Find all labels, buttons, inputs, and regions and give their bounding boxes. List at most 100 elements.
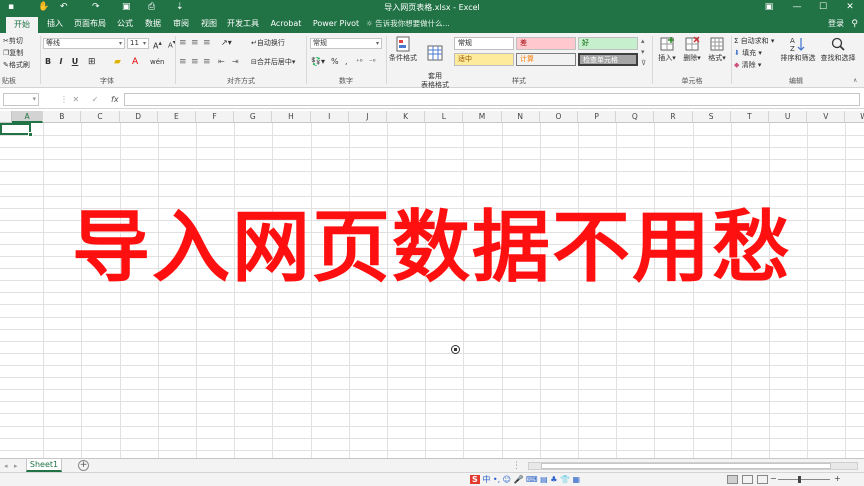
tab-review[interactable]: 审阅 xyxy=(168,15,194,33)
ime-toolbar[interactable]: S 中 •, ☺ 🎤 ⌨ ▤ ♣ 👕 ▦ xyxy=(470,474,580,486)
column-header-r[interactable]: R xyxy=(654,111,693,123)
align-center-icon[interactable]: ≡ xyxy=(191,57,199,67)
align-middle-icon[interactable]: ≡ xyxy=(191,38,199,48)
page-layout-view-icon[interactable] xyxy=(742,475,753,484)
style-good[interactable]: 好 xyxy=(578,37,638,50)
column-header-q[interactable]: Q xyxy=(616,111,655,123)
grow-font-icon[interactable]: A▴ xyxy=(153,38,162,52)
fill-button[interactable]: ⬇ 填充 ▾ xyxy=(734,48,762,58)
tab-insert[interactable]: 插入 xyxy=(42,15,68,33)
worksheet-grid[interactable]: ABCDEFGHIJKLMNOPQRSTUVW 导入网页数据不用愁 xyxy=(0,111,864,458)
conditional-format-button[interactable]: 条件格式 xyxy=(388,36,418,63)
column-header-k[interactable]: K xyxy=(387,111,426,123)
column-header-s[interactable]: S xyxy=(692,111,731,123)
select-all-corner[interactable] xyxy=(0,111,12,123)
tab-page-layout[interactable]: 页面布局 xyxy=(72,15,108,33)
find-select-button[interactable]: 查找和选择 xyxy=(818,36,858,63)
copy-button[interactable]: ❐复制 xyxy=(3,48,23,58)
merge-center-button[interactable]: ⊟合并后居中▾ xyxy=(251,57,295,67)
tab-data[interactable]: 数据 xyxy=(140,15,166,33)
login-link[interactable]: 登录 xyxy=(828,15,844,33)
tab-formulas[interactable]: 公式 xyxy=(112,15,138,33)
add-sheet-button[interactable]: + xyxy=(78,460,89,471)
column-header-m[interactable]: M xyxy=(463,111,502,123)
tab-home[interactable]: 开始 xyxy=(6,17,38,33)
zoom-in-button[interactable]: + xyxy=(834,473,841,485)
tab-developer[interactable]: 开发工具 xyxy=(224,15,262,33)
insert-cells-button[interactable]: 插入▾ xyxy=(655,36,679,63)
format-painter-button[interactable]: ✎格式刷 xyxy=(3,60,30,70)
column-header-u[interactable]: U xyxy=(769,111,808,123)
column-header-j[interactable]: J xyxy=(348,111,387,123)
currency-icon[interactable]: 💱▾ xyxy=(311,57,325,67)
column-header-d[interactable]: D xyxy=(119,111,158,123)
column-header-e[interactable]: E xyxy=(157,111,196,123)
sheet-tab-sheet1[interactable]: Sheet1 xyxy=(26,459,62,472)
style-bad[interactable]: 差 xyxy=(516,37,576,50)
name-box[interactable]: ▾ xyxy=(3,93,39,106)
normal-view-icon[interactable] xyxy=(727,475,738,484)
tab-view[interactable]: 视图 xyxy=(196,15,222,33)
enter-icon[interactable]: ✓ xyxy=(92,95,99,104)
column-header-h[interactable]: H xyxy=(272,111,311,123)
cancel-icon[interactable]: ✕ xyxy=(73,95,80,104)
phonetic-button[interactable]: wén xyxy=(150,57,164,67)
autosum-button[interactable]: Σ 自动求和 ▾ xyxy=(734,36,774,46)
align-left-icon[interactable]: ≡ xyxy=(179,57,187,67)
align-right-icon[interactable]: ≡ xyxy=(203,57,211,67)
comma-button[interactable]: , xyxy=(345,57,348,67)
tab-power-pivot[interactable]: Power Pivot xyxy=(310,15,362,33)
border-icon[interactable]: ⊞ xyxy=(88,57,96,67)
ribbon-display-options-icon[interactable]: ▣ xyxy=(762,1,776,13)
orientation-icon[interactable]: ↗▾ xyxy=(221,38,232,48)
style-neutral[interactable]: 适中 xyxy=(454,53,514,66)
align-bottom-icon[interactable]: ≡ xyxy=(203,38,211,48)
zoom-slider-thumb[interactable] xyxy=(798,476,801,483)
style-check-cell[interactable]: 检查单元格 xyxy=(578,53,638,66)
font-color-icon[interactable]: A xyxy=(132,57,138,67)
clear-button[interactable]: ◆ 清除 ▾ xyxy=(734,60,761,70)
share-icon[interactable]: ⚲ xyxy=(851,15,858,33)
column-header-n[interactable]: N xyxy=(501,111,540,123)
column-header-w[interactable]: W xyxy=(845,111,864,123)
number-format-select[interactable]: 常规 ▾ xyxy=(310,38,382,49)
font-name-select[interactable]: 等线 ▾ xyxy=(43,38,125,49)
align-top-icon[interactable]: ≡ xyxy=(179,38,187,48)
column-header-f[interactable]: F xyxy=(196,111,235,123)
column-header-l[interactable]: L xyxy=(425,111,464,123)
cut-button[interactable]: ✂剪切 xyxy=(3,36,23,46)
column-header-t[interactable]: T xyxy=(730,111,769,123)
formula-input[interactable] xyxy=(124,93,860,106)
styles-scroll-down-icon[interactable]: ▾ xyxy=(641,47,645,57)
next-sheet-icon[interactable]: ▸ xyxy=(14,460,18,472)
fill-color-icon[interactable]: ▰ xyxy=(114,57,121,67)
font-size-select[interactable]: 11 ▾ xyxy=(127,38,149,49)
page-break-view-icon[interactable] xyxy=(757,475,768,484)
styles-scroll-up-icon[interactable]: ▴ xyxy=(641,36,645,46)
column-header-p[interactable]: P xyxy=(578,111,617,123)
column-header-a[interactable]: A xyxy=(12,111,44,123)
minimize-button[interactable]: — xyxy=(790,1,804,13)
column-header-i[interactable]: I xyxy=(310,111,349,123)
column-header-g[interactable]: G xyxy=(234,111,273,123)
column-header-o[interactable]: O xyxy=(539,111,578,123)
column-header-b[interactable]: B xyxy=(43,111,82,123)
tell-me-search[interactable]: ☼ 告诉我你想要做什么... xyxy=(366,15,450,33)
style-normal[interactable]: 常规 xyxy=(454,37,514,50)
prev-sheet-icon[interactable]: ◂ xyxy=(4,460,8,472)
wrap-text-button[interactable]: ↵自动换行 xyxy=(251,38,285,48)
maximize-button[interactable]: ☐ xyxy=(816,1,830,13)
zoom-slider[interactable] xyxy=(778,479,830,480)
column-header-v[interactable]: V xyxy=(807,111,846,123)
underline-button[interactable]: U xyxy=(70,57,80,67)
horizontal-scrollbar[interactable] xyxy=(528,462,858,470)
percent-button[interactable]: % xyxy=(331,57,339,67)
sort-filter-button[interactable]: AZ 排序和筛选 xyxy=(780,36,816,63)
zoom-out-button[interactable]: − xyxy=(770,473,777,485)
fill-handle[interactable] xyxy=(28,132,33,137)
style-calculation[interactable]: 计算 xyxy=(516,53,576,66)
scrollbar-thumb[interactable] xyxy=(541,463,831,469)
tab-acrobat[interactable]: Acrobat xyxy=(266,15,306,33)
tab-split-handle-icon[interactable]: ⋮ xyxy=(512,460,521,472)
decrease-decimal-icon[interactable]: ⁻⁰ xyxy=(369,57,376,67)
